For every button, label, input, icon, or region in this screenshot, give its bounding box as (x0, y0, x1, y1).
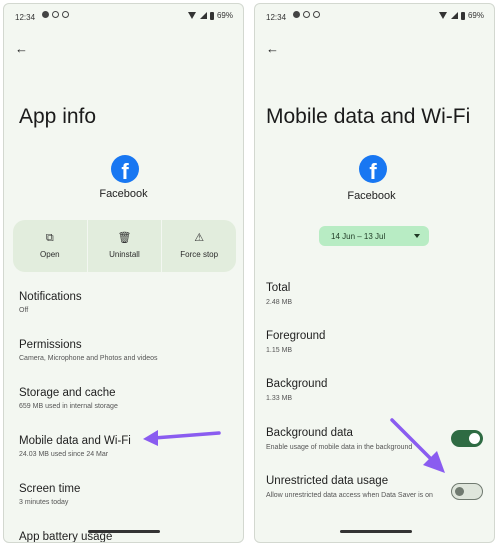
page-title: Mobile data and Wi-Fi (266, 105, 471, 128)
settings-item-notifications[interactable]: Notifications Off (19, 291, 82, 314)
warning-icon: ⚠ (194, 232, 205, 244)
background-data-toggle[interactable] (451, 430, 483, 447)
usage-value: 1.15 MB (266, 347, 293, 354)
battery-icon (460, 11, 465, 20)
usage-value: 1.33 MB (266, 395, 293, 402)
back-arrow-icon[interactable]: ← (15, 41, 28, 56)
usage-background: Background 1.33 MB (266, 378, 327, 403)
app-name: Facebook (99, 188, 148, 200)
force-stop-label: Force stop (180, 250, 219, 259)
usage-value: 2.48 MB (266, 299, 293, 306)
usage-total: Total 2.48 MB (266, 282, 292, 307)
app-info-screen: 12:34 69% ← App info f Facebook ⧉ Open 🗑… (3, 3, 244, 543)
force-stop-button[interactable]: ⚠ Force stop (161, 220, 236, 272)
unrestricted-data-toggle[interactable] (451, 483, 483, 500)
notification-icons (42, 11, 69, 18)
notification-icons (293, 11, 320, 18)
open-button[interactable]: ⧉ Open (13, 220, 87, 272)
annotation-arrow-left-icon (143, 430, 221, 446)
setting-summary: Allow unrestricted data access when Data… (266, 492, 433, 499)
facebook-logo-icon: f (111, 155, 139, 183)
open-label: Open (40, 250, 60, 259)
item-summary: 24.03 MB used since 24 Mar (19, 451, 109, 458)
battery-icon (209, 11, 214, 20)
wifi-icon (438, 12, 448, 19)
item-summary: Camera, Microphone and Photos and videos (19, 355, 158, 362)
usage-label: Total (266, 282, 291, 294)
status-time: 12:34 (15, 13, 36, 22)
status-bar: 12:34 69% (4, 4, 243, 28)
status-right-icons: 69% (438, 11, 484, 20)
settings-item-storage[interactable]: Storage and cache 659 MB used in interna… (19, 387, 118, 410)
status-bar: 12:34 69% (255, 4, 494, 28)
battery-percent: 69% (467, 11, 484, 20)
toggle-knob (469, 433, 480, 444)
item-summary: Off (19, 307, 29, 314)
wifi-icon (187, 12, 197, 19)
annotation-arrow-diagonal-icon (390, 418, 445, 473)
uninstall-label: Uninstall (109, 250, 140, 259)
status-right-icons: 69% (187, 11, 233, 20)
item-summary: 3 minutes today (19, 499, 69, 506)
page-title: App info (19, 105, 97, 128)
trash-icon: 🗑 (117, 232, 132, 244)
app-actions-bar: ⧉ Open 🗑 Uninstall ⚠ Force stop (13, 220, 236, 272)
usage-label: Background (266, 378, 328, 390)
signal-icon (450, 12, 458, 19)
item-label: Permissions (19, 339, 82, 351)
date-range-dropdown[interactable]: 14 Jun – 13 Jul (319, 226, 429, 246)
battery-percent: 69% (216, 11, 233, 20)
usage-foreground: Foreground 1.15 MB (266, 330, 325, 355)
settings-item-mobile-data[interactable]: Mobile data and Wi-Fi 24.03 MB used sinc… (19, 435, 131, 458)
usage-label: Foreground (266, 330, 326, 342)
status-time: 12:34 (266, 13, 287, 22)
settings-item-permissions[interactable]: Permissions Camera, Microphone and Photo… (19, 339, 158, 362)
back-arrow-icon[interactable]: ← (266, 41, 279, 56)
mobile-data-screen: 12:34 69% ← Mobile data and Wi-Fi f Face… (254, 3, 495, 543)
gesture-nav-bar[interactable] (88, 530, 160, 533)
item-label: Mobile data and Wi-Fi (19, 435, 131, 447)
open-external-icon: ⧉ (45, 232, 54, 244)
item-label: Screen time (19, 483, 81, 495)
settings-item-screen-time[interactable]: Screen time 3 minutes today (19, 483, 80, 506)
toggle-knob (455, 486, 464, 496)
date-range-label: 14 Jun – 13 Jul (331, 231, 386, 241)
dropdown-caret-icon (414, 234, 420, 238)
unrestricted-data-setting[interactable]: Unrestricted data usage Allow unrestrict… (266, 475, 436, 500)
uninstall-button[interactable]: 🗑 Uninstall (86, 220, 162, 272)
item-summary: 659 MB used in internal storage (19, 403, 118, 410)
item-label: Notifications (19, 291, 82, 303)
app-name: Facebook (347, 190, 396, 202)
gesture-nav-bar[interactable] (340, 530, 412, 533)
facebook-logo-icon: f (359, 155, 387, 183)
signal-icon (199, 12, 207, 19)
item-label: Storage and cache (19, 387, 116, 399)
